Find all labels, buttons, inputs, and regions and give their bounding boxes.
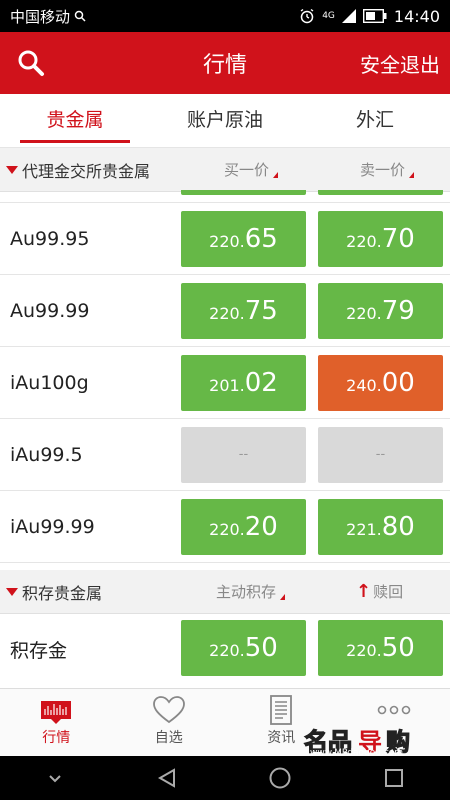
price-decimal: 50 xyxy=(381,633,415,663)
price-decimal: 80 xyxy=(381,512,415,542)
redeem-price-cell[interactable]: 220.50 xyxy=(318,620,443,676)
nav-label: 资讯 xyxy=(267,730,296,746)
table-row[interactable]: iAu99.5 -- -- xyxy=(0,420,450,491)
buy-price-cell[interactable]: -- xyxy=(181,427,306,483)
price-decimal: 02 xyxy=(244,368,278,398)
section-header-agency[interactable]: 代理金交所贵金属 买一价 卖一价 xyxy=(0,148,450,192)
instrument-name: 积存金 xyxy=(10,640,68,662)
column-label-redeem: 赎回 xyxy=(373,583,404,601)
heart-icon xyxy=(152,696,185,724)
sort-icon xyxy=(280,593,286,600)
buy-price-cell[interactable]: 220.65 xyxy=(181,211,306,267)
app-header: 行情 安全退出 xyxy=(0,32,450,94)
price-integer: 220. xyxy=(209,304,245,323)
column-header-sell[interactable]: 卖一价 xyxy=(360,159,415,180)
price-decimal: 79 xyxy=(381,296,415,326)
buy-price-cell[interactable]: 220.20 xyxy=(181,499,306,555)
price-decimal: 20 xyxy=(244,512,278,542)
tab-precious-metals[interactable]: 贵金属 xyxy=(0,94,150,147)
section-title: 积存贵金属 xyxy=(22,583,103,603)
sell-price-cell[interactable]: 220.79 xyxy=(318,283,443,339)
column-header-redeem[interactable]: ↑ 赎回 xyxy=(356,581,403,602)
instrument-name: iAu99.99 xyxy=(10,516,95,538)
price-integer: 220. xyxy=(346,232,382,251)
table-row[interactable]: Au99.99 220.75 220.79 xyxy=(0,276,450,347)
price-list[interactable]: Au99.95 220.65 220.70 Au99.99 220.75 220… xyxy=(0,190,450,570)
home-icon[interactable] xyxy=(268,766,292,790)
search-small-icon xyxy=(74,10,86,22)
price-integer: 201. xyxy=(209,376,245,395)
more-icon xyxy=(377,705,411,715)
table-row[interactable]: iAu100g 201.02 240.00 xyxy=(0,348,450,419)
nav-item-market[interactable]: 行情 xyxy=(0,689,113,756)
instrument-name: iAu100g xyxy=(10,372,89,394)
price-decimal: 75 xyxy=(244,296,278,326)
sell-price-cell[interactable] xyxy=(318,190,443,195)
nav-label: 自选 xyxy=(154,730,183,746)
watermark-logo: 名品 导 购 www.MPdaogou.com xyxy=(300,727,450,758)
column-label-buy: 买一价 xyxy=(224,161,270,179)
logout-button[interactable]: 安全退出 xyxy=(360,49,440,78)
accumulate-price-cell[interactable]: 220.50 xyxy=(181,620,306,676)
nav-item-watchlist[interactable]: 自选 xyxy=(113,689,226,756)
nav-label: 行情 xyxy=(42,730,71,746)
price-decimal: 65 xyxy=(244,224,278,254)
buy-price-cell[interactable]: 220.75 xyxy=(181,283,306,339)
sell-price-cell[interactable]: 220.70 xyxy=(318,211,443,267)
recent-apps-icon[interactable] xyxy=(383,767,405,789)
column-label-sell: 卖一价 xyxy=(360,161,406,179)
chevron-down-icon[interactable] xyxy=(45,768,65,788)
price-integer: 220. xyxy=(346,304,382,323)
price-decimal: 70 xyxy=(381,224,415,254)
price-integer: 220. xyxy=(346,641,382,660)
table-row[interactable]: Au99.95 220.65 220.70 xyxy=(0,204,450,275)
back-icon[interactable] xyxy=(156,767,178,789)
buy-price-cell[interactable] xyxy=(181,190,306,195)
document-icon xyxy=(270,695,293,725)
buy-price-cell[interactable]: 201.02 xyxy=(181,355,306,411)
table-row[interactable]: 积存金 220.50 220.50 xyxy=(0,614,450,688)
price-decimal: 00 xyxy=(381,368,415,398)
price-decimal: 50 xyxy=(244,633,278,663)
status-bar: 中国移动 4G 14:40 xyxy=(0,0,450,32)
battery-icon xyxy=(362,9,387,23)
section-header-accumulation[interactable]: 积存贵金属 主动积存 ↑ 赎回 xyxy=(0,570,450,614)
price-integer: 220. xyxy=(209,641,245,660)
table-row[interactable] xyxy=(0,190,450,203)
network-type: 4G xyxy=(322,10,335,21)
column-header-buy[interactable]: 买一价 xyxy=(224,159,279,180)
alarm-icon xyxy=(300,8,314,24)
chart-icon xyxy=(41,701,72,724)
clock: 14:40 xyxy=(393,6,440,26)
column-header-accumulate[interactable]: 主动积存 xyxy=(216,581,286,602)
collapse-triangle-icon xyxy=(6,587,18,596)
column-label-accumulate: 主动积存 xyxy=(216,583,277,601)
sell-price-cell[interactable]: 221.80 xyxy=(318,499,443,555)
price-integer: 220. xyxy=(209,232,245,251)
section-title: 代理金交所贵金属 xyxy=(22,161,151,181)
up-arrow-icon: ↑ xyxy=(356,581,372,602)
tab-crude-oil[interactable]: 账户原油 xyxy=(150,94,300,147)
price-integer: 220. xyxy=(209,520,245,539)
instrument-name: iAu99.5 xyxy=(10,444,83,466)
sort-icon xyxy=(273,171,279,178)
price-integer: 221. xyxy=(346,520,382,539)
instrument-name: Au99.99 xyxy=(10,300,90,322)
carrier-name: 中国移动 xyxy=(10,7,71,26)
sell-price-cell[interactable]: 240.00 xyxy=(318,355,443,411)
sort-icon xyxy=(409,171,415,178)
category-tabs: 贵金属 账户原油 外汇 xyxy=(0,94,450,148)
collapse-triangle-icon xyxy=(6,165,18,174)
signal-icon xyxy=(341,9,356,23)
price-integer: 240. xyxy=(346,376,382,395)
tab-forex[interactable]: 外汇 xyxy=(300,94,450,147)
table-row[interactable]: iAu99.99 220.20 221.80 xyxy=(0,492,450,563)
instrument-name: Au99.95 xyxy=(10,228,90,250)
sell-price-cell[interactable]: -- xyxy=(318,427,443,483)
system-navigation-bar xyxy=(0,756,450,800)
